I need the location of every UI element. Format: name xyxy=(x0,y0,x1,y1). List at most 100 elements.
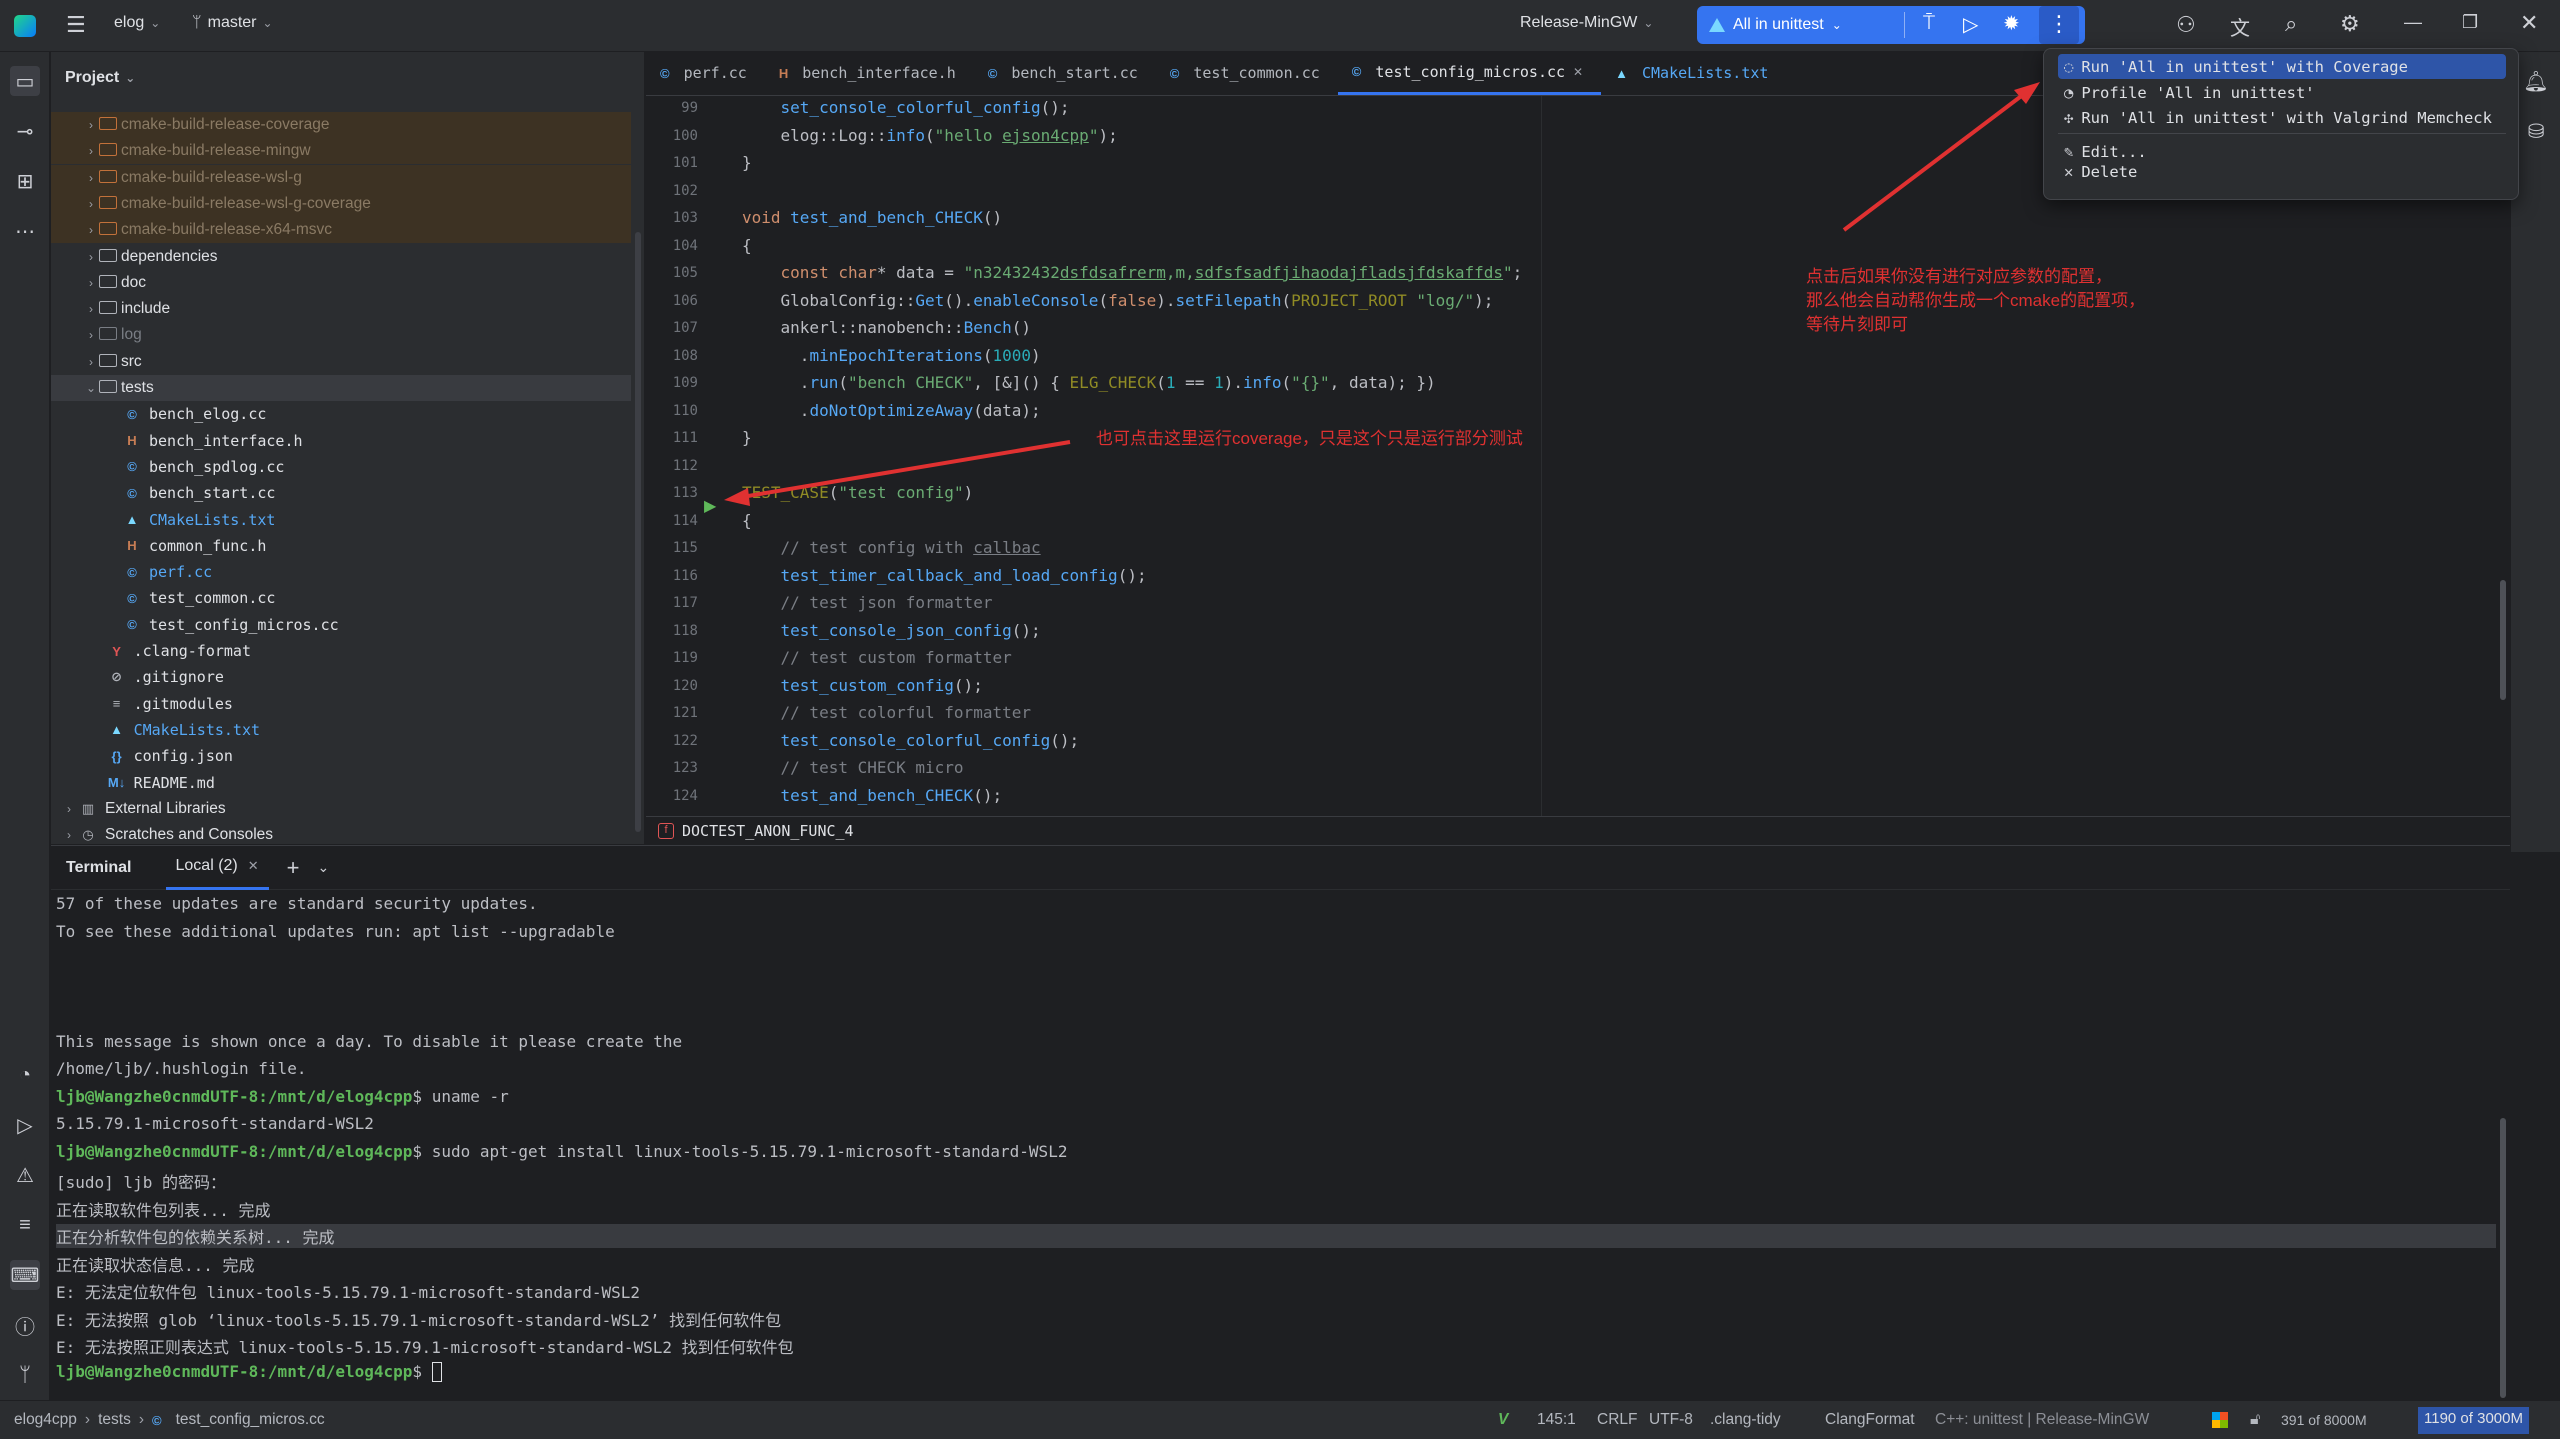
run-gutter-icon[interactable]: ▶ xyxy=(704,496,722,515)
branch-selector[interactable]: ᛘ master ⌄ xyxy=(192,14,273,32)
build-icon[interactable]: ⍑ xyxy=(1923,12,1935,35)
editor-tab[interactable]: ▲ CMakeLists.txt xyxy=(1601,51,1786,95)
caret-position[interactable]: 145:1 xyxy=(1537,1411,1576,1429)
main-menu-icon[interactable]: ☰ xyxy=(66,14,90,36)
status-crumb[interactable]: elog4cpp xyxy=(14,1411,77,1429)
project-tool-icon[interactable]: ▭ xyxy=(10,66,40,96)
run-menu-item[interactable]: ◌ Run 'All in unittest' with Coverage xyxy=(2058,54,2506,79)
terminal-tool-icon[interactable]: ⌨ xyxy=(10,1260,40,1290)
project-selector[interactable]: elog ⌄ xyxy=(114,14,160,32)
tree-item[interactable]: › log xyxy=(51,322,631,348)
linter-status[interactable]: .clang-tidy xyxy=(1710,1411,1781,1429)
restore-icon[interactable]: ❐ xyxy=(2462,12,2478,33)
chevron-icon[interactable]: ⌄ xyxy=(83,381,99,395)
chevron-icon[interactable]: › xyxy=(83,223,99,237)
chevron-icon[interactable]: › xyxy=(83,302,99,316)
vim-icon[interactable]: V xyxy=(1498,1411,1508,1429)
tree-item[interactable]: Hcommon_func.h xyxy=(51,533,631,559)
editor-tab[interactable]: © perf.cc xyxy=(646,51,765,95)
bell-icon[interactable]: 🔔︎ xyxy=(2521,66,2551,96)
chevron-icon[interactable]: › xyxy=(61,828,77,842)
tree-item[interactable]: › cmake-build-release-coverage xyxy=(51,112,631,138)
tree-item[interactable]: M↓ README.md xyxy=(51,770,631,796)
todo-tool-icon[interactable]: ≡ xyxy=(10,1210,40,1240)
run-config-selector[interactable]: Release-MinGW ⌄ xyxy=(1520,14,1653,32)
app-logo-icon[interactable] xyxy=(14,15,36,37)
chevron-icon[interactable]: › xyxy=(83,328,99,342)
tree-item[interactable]: © perf.cc xyxy=(51,559,631,585)
tree-item[interactable]: › cmake-build-release-x64-msvc xyxy=(51,217,631,244)
run-icon[interactable]: ▷ xyxy=(1963,12,1978,37)
chevron-icon[interactable]: › xyxy=(83,171,99,185)
memory-indicator[interactable]: 391 of 8000M xyxy=(2281,1412,2367,1428)
tree-item[interactable]: © bench_start.cc xyxy=(51,480,631,506)
run-menu-item[interactable]: ✣ Run 'All in unittest' with Valgrind Mem… xyxy=(2058,105,2506,130)
search-icon[interactable]: ⌕ xyxy=(2285,11,2297,37)
tree-item[interactable]: ▲ CMakeLists.txt xyxy=(51,717,631,743)
tree-item[interactable]: › cmake-build-release-wsl-g xyxy=(51,164,631,191)
close-tab-icon[interactable]: ✕ xyxy=(248,858,259,874)
run-menu-item[interactable]: ◔ Profile 'All in unittest' xyxy=(2058,80,2506,105)
editor-tab[interactable]: © test_common.cc xyxy=(1156,51,1338,95)
problems-tool-icon[interactable]: ⚠ xyxy=(10,1160,40,1190)
status-crumb[interactable]: test_config_micros.cc xyxy=(176,1411,325,1429)
context-status[interactable]: C++: unittest | Release-MinGW xyxy=(1935,1411,2149,1429)
run-target-selector[interactable]: All in unittest ⌄ xyxy=(1697,16,1842,34)
tree-item[interactable]: › dependencies xyxy=(51,244,631,270)
editor-tab[interactable]: © bench_start.cc xyxy=(974,51,1156,95)
tree-item[interactable]: © bench_elog.cc xyxy=(51,401,631,427)
tree-item[interactable]: ▲ CMakeLists.txt xyxy=(51,507,631,533)
database-icon[interactable]: ⛁ xyxy=(2521,116,2551,146)
tree-item[interactable]: {} config.json xyxy=(51,743,631,769)
line-ending[interactable]: CRLF xyxy=(1597,1411,1637,1429)
notifications-problems-icon[interactable]: ⓘ xyxy=(10,1310,40,1340)
terminal-output[interactable]: 57 of these updates are standard securit… xyxy=(51,892,2496,1397)
chevron-icon[interactable]: › xyxy=(83,118,99,132)
run-tool-icon[interactable]: ▷ xyxy=(10,1110,40,1140)
git-tool-icon[interactable]: ᛘ xyxy=(10,1360,40,1390)
debug-icon[interactable]: ✹ xyxy=(2003,11,2020,36)
code-editor[interactable]: 99 set_console_colorful_config(); 100 elo… xyxy=(646,96,2496,816)
commit-tool-icon[interactable]: ⊸ xyxy=(10,116,40,146)
add-user-icon[interactable]: ⚇ xyxy=(2176,12,2196,38)
editor-tab[interactable]: © test_config_micros.cc ✕ xyxy=(1337,51,1602,95)
new-terminal-icon[interactable]: + xyxy=(287,855,300,881)
structure-tool-icon[interactable]: ⊞ xyxy=(10,166,40,196)
close-tab-icon[interactable]: ✕ xyxy=(1573,65,1583,79)
chevron-icon[interactable]: › xyxy=(61,802,77,816)
more-actions-icon[interactable]: ⋮ xyxy=(2039,6,2079,44)
tree-item[interactable]: ⊘ .gitignore xyxy=(51,664,631,690)
editor-tab[interactable]: Hbench_interface.h xyxy=(765,51,974,95)
tree-item[interactable]: © test_common.cc xyxy=(51,585,631,611)
close-icon[interactable]: ✕ xyxy=(2520,10,2538,36)
settings-icon[interactable]: ⚙ xyxy=(2340,11,2360,37)
tree-item[interactable]: › doc xyxy=(51,270,631,296)
tree-item[interactable]: › include xyxy=(51,296,631,322)
formatter-status[interactable]: ClangFormat xyxy=(1825,1411,1915,1429)
profiler-tool-icon[interactable]: ◔ xyxy=(10,1060,40,1090)
chevron-icon[interactable]: › xyxy=(83,355,99,369)
minimize-icon[interactable]: — xyxy=(2404,12,2422,33)
project-panel-header[interactable]: Project ⌄ xyxy=(51,52,644,104)
tree-item[interactable]: © bench_spdlog.cc xyxy=(51,454,631,480)
tree-item[interactable]: › src xyxy=(51,349,631,375)
more-tools-icon[interactable]: ⋯ xyxy=(10,216,40,246)
breadcrumb-function[interactable]: DOCTEST_ANON_FUNC_4 xyxy=(682,822,854,840)
chevron-down-icon[interactable]: ⌄ xyxy=(318,859,330,876)
chevron-icon[interactable]: › xyxy=(83,276,99,290)
tree-item[interactable]: Hbench_interface.h xyxy=(51,428,631,454)
chevron-icon[interactable]: › xyxy=(83,197,99,211)
tree-item[interactable]: © test_config_micros.cc xyxy=(51,612,631,638)
tree-item[interactable]: ≡ .gitmodules xyxy=(51,691,631,717)
lock-icon[interactable]: 🔓︎ xyxy=(2250,1411,2260,1429)
status-crumb[interactable]: tests xyxy=(98,1411,131,1429)
run-menu-item[interactable]: ✕ Delete xyxy=(2058,159,2506,184)
translate-icon[interactable]: 文 xyxy=(2230,12,2250,41)
terminal-tab-local[interactable]: Local (2) ✕ xyxy=(165,846,269,890)
memory-indicator-2[interactable]: 1190 of 3000M xyxy=(2418,1407,2529,1434)
terminal-scrollbar[interactable] xyxy=(2500,1118,2506,1398)
chevron-icon[interactable]: › xyxy=(83,250,99,264)
tree-item[interactable]: Y .clang-format xyxy=(51,638,631,664)
tree-item[interactable]: › cmake-build-release-mingw xyxy=(51,138,631,165)
tree-item[interactable]: ⌄ tests xyxy=(51,375,631,401)
